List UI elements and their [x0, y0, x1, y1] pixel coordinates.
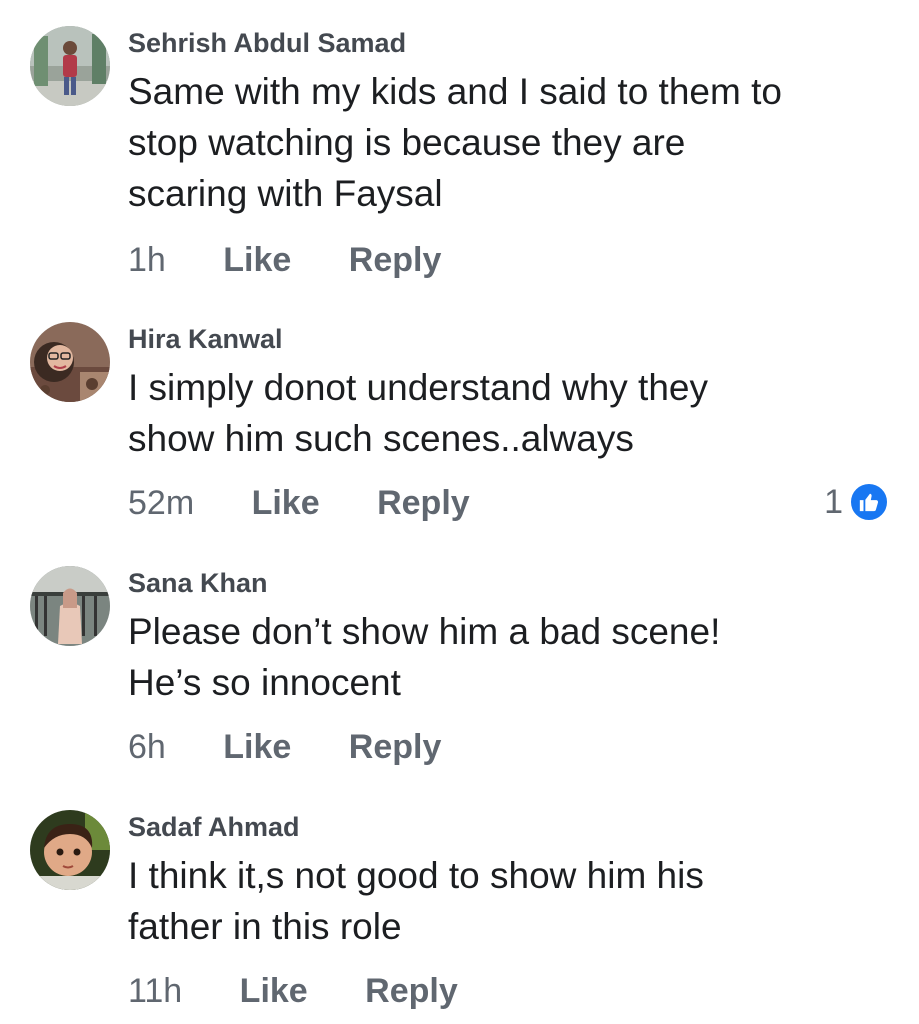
avatar[interactable]: [30, 322, 110, 402]
comment-actions: 52m Like Reply: [128, 483, 470, 523]
like-button[interactable]: Like: [223, 240, 291, 280]
thumbs-up-icon: [849, 482, 889, 522]
comment-text: I simply donot understand why they show …: [128, 362, 888, 464]
comment-author[interactable]: Sana Khan: [128, 567, 268, 599]
comment-text-line: I simply donot understand why they: [128, 367, 708, 408]
comment-time: 52m: [128, 484, 195, 522]
comment-text: Same with my kids and I said to them to …: [128, 66, 888, 219]
comment-time: 1h: [128, 241, 166, 279]
comment-text-line: He’s so innocent: [128, 662, 401, 703]
comment-time: 11h: [128, 972, 183, 1010]
reaction-summary[interactable]: 1: [824, 482, 889, 522]
comment-time: 6h: [128, 728, 166, 766]
reply-button[interactable]: Reply: [349, 240, 442, 280]
comment-text: Please don’t show him a bad scene! He’s …: [128, 606, 888, 708]
comment-actions: 6h Like Reply: [128, 727, 441, 767]
comment-author[interactable]: Hira Kanwal: [128, 323, 283, 355]
comment-text-line: scaring with Faysal: [128, 173, 443, 214]
comment-text: I think it,s not good to show him his fa…: [128, 850, 888, 952]
like-button[interactable]: Like: [223, 727, 291, 767]
comment-actions: 1h Like Reply: [128, 240, 441, 280]
reaction-count: 1: [824, 482, 843, 521]
reply-button[interactable]: Reply: [349, 727, 442, 767]
like-button[interactable]: Like: [240, 971, 308, 1011]
like-button[interactable]: Like: [252, 483, 320, 523]
comment-text-line: I think it,s not good to show him his: [128, 855, 704, 896]
avatar[interactable]: [30, 26, 110, 106]
reply-button[interactable]: Reply: [377, 483, 470, 523]
comment-text-line: show him such scenes..always: [128, 418, 634, 459]
comment-text-line: stop watching is because they are: [128, 122, 686, 163]
avatar[interactable]: [30, 566, 110, 646]
comment-actions: 11h Like Reply: [128, 971, 458, 1011]
comment-author[interactable]: Sadaf Ahmad: [128, 811, 300, 843]
comment-text-line: Same with my kids and I said to them to: [128, 71, 782, 112]
comment-author[interactable]: Sehrish Abdul Samad: [128, 27, 406, 59]
comment-text-line: father in this role: [128, 906, 402, 947]
avatar[interactable]: [30, 810, 110, 890]
comment-text-line: Please don’t show him a bad scene!: [128, 611, 721, 652]
reply-button[interactable]: Reply: [365, 971, 458, 1011]
